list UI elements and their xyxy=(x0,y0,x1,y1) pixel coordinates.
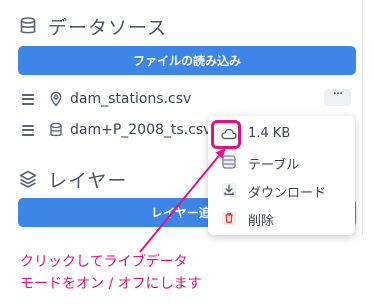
more-options-button[interactable]: ··· xyxy=(324,87,351,106)
download-icon xyxy=(222,183,236,197)
file-name: dam_stations.csv xyxy=(70,91,192,107)
location-pin-icon xyxy=(50,91,62,107)
more-icon: ··· xyxy=(332,87,343,102)
trash-icon xyxy=(222,211,236,225)
menu-label: テーブル xyxy=(248,158,300,173)
panel-divider xyxy=(362,0,363,235)
menu-item-table[interactable]: テーブル xyxy=(208,148,355,176)
file-row[interactable]: dam_stations.csv xyxy=(22,89,191,109)
database-icon xyxy=(20,17,36,34)
annotation-line-2: モードをオン / オフにします xyxy=(20,276,202,292)
highlight-box xyxy=(211,120,241,149)
datasource-header: データソース xyxy=(18,14,168,39)
table-icon xyxy=(222,155,236,169)
file-row[interactable]: dam+P_2008_ts.csv xyxy=(22,120,211,140)
menu-item-download[interactable]: ダウンロード xyxy=(208,176,355,204)
database-icon xyxy=(50,122,62,137)
drag-handle-icon[interactable] xyxy=(22,93,34,105)
file-size-label: 1.4 KB xyxy=(248,126,291,141)
layers-title: レイヤー xyxy=(48,169,128,192)
menu-item-delete[interactable]: 削除 xyxy=(208,204,355,232)
menu-label: 削除 xyxy=(248,214,275,229)
annotation-text: クリックしてライブデータ モードをオン / オフにします xyxy=(20,251,202,295)
layers-header: レイヤー xyxy=(18,167,128,192)
file-name: dam+P_2008_ts.csv xyxy=(70,122,212,138)
annotation-line-1: クリックしてライブデータ xyxy=(20,254,188,270)
load-file-button[interactable]: ファイルの読み込み xyxy=(18,46,356,75)
menu-label: ダウンロード xyxy=(248,186,327,201)
drag-handle-icon[interactable] xyxy=(22,124,34,136)
layers-icon xyxy=(19,170,37,188)
datasource-title: データソース xyxy=(48,16,168,39)
